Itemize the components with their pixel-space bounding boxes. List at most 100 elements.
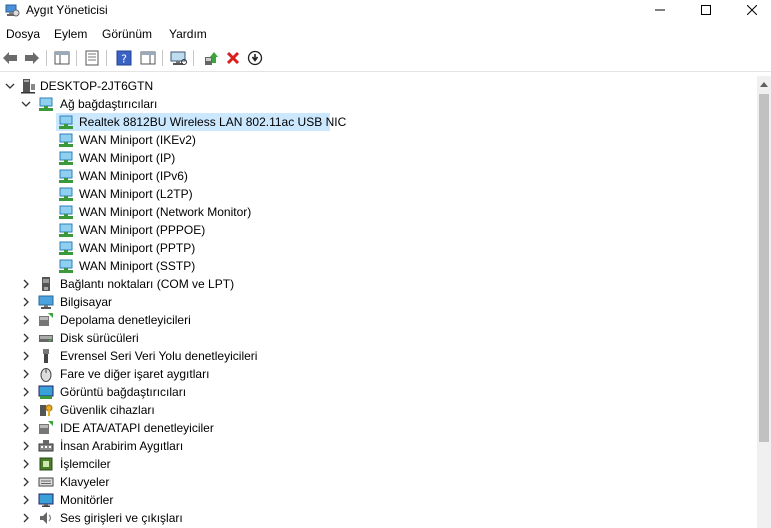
network-adapter-icon <box>59 151 73 165</box>
update-driver-button[interactable] <box>201 48 221 68</box>
show-hide-console-tree-icon <box>54 51 70 65</box>
network-adapter-icon <box>59 187 73 201</box>
tree-root[interactable]: DESKTOP-2JT6GTN <box>0 77 757 95</box>
device-item[interactable]: WAN Miniport (PPPOE) <box>0 221 757 239</box>
category-label: Evrensel Seri Veri Yolu denetleyicileri <box>60 349 258 363</box>
category-label: Ağ bağdaştırıcıları <box>60 97 158 111</box>
usb-icon <box>43 349 49 363</box>
category-network-adapters[interactable]: Ağ bağdaştırıcıları <box>0 95 757 113</box>
uninstall-device-button[interactable] <box>223 48 243 68</box>
category-item[interactable]: Evrensel Seri Veri Yolu denetleyicileri <box>0 347 757 365</box>
category-item[interactable]: Depolama denetleyicileri <box>0 311 757 329</box>
chevron-right-icon[interactable] <box>20 440 32 452</box>
back-arrow-icon <box>3 52 17 64</box>
minimize-icon <box>655 9 665 11</box>
forward-button[interactable] <box>22 48 42 68</box>
device-label: WAN Miniport (PPPOE) <box>79 223 206 237</box>
category-label: İnsan Arabirim Aygıtları <box>60 439 184 453</box>
category-item[interactable]: Monitörler <box>0 491 757 509</box>
device-tree: DESKTOP-2JT6GTN Ağ bağdaştırıcıları Real… <box>0 76 757 528</box>
monitor-icon <box>38 493 54 507</box>
chevron-right-icon[interactable] <box>20 278 32 290</box>
disable-device-button[interactable] <box>245 48 265 68</box>
properties-button[interactable] <box>82 48 102 68</box>
device-label: WAN Miniport (Network Monitor) <box>79 205 252 219</box>
computer-tower-icon <box>21 79 35 94</box>
menu-gorunum[interactable]: Görünüm <box>102 27 152 41</box>
toolbar-separator <box>106 50 107 66</box>
device-item[interactable]: Realtek 8812BU Wireless LAN 802.11ac USB… <box>0 113 757 131</box>
chevron-right-icon[interactable] <box>20 422 32 434</box>
action-pane-button[interactable] <box>138 48 158 68</box>
chevron-right-icon[interactable] <box>20 296 32 308</box>
port-icon <box>42 277 50 291</box>
network-adapter-icon <box>59 133 73 147</box>
chevron-right-icon[interactable] <box>20 350 32 362</box>
chevron-right-icon[interactable] <box>20 368 32 380</box>
device-item[interactable]: WAN Miniport (SSTP) <box>0 257 757 275</box>
chevron-right-icon[interactable] <box>20 404 32 416</box>
device-label: WAN Miniport (SSTP) <box>79 259 196 273</box>
category-label: Fare ve diğer işaret aygıtları <box>60 367 210 381</box>
network-adapter-icon <box>39 97 53 111</box>
chevron-right-icon[interactable] <box>20 332 32 344</box>
chevron-down-icon[interactable] <box>20 98 32 110</box>
scan-hardware-button[interactable] <box>169 48 189 68</box>
network-adapter-icon <box>59 241 73 255</box>
category-label: Görüntü bağdaştırıcıları <box>60 385 187 399</box>
category-item[interactable]: Bağlantı noktaları (COM ve LPT) <box>0 275 757 293</box>
network-adapter-icon <box>59 259 73 273</box>
scan-hardware-icon <box>170 51 187 65</box>
network-adapter-icon <box>59 223 73 237</box>
computer-icon <box>38 295 54 309</box>
chevron-right-icon[interactable] <box>20 458 32 470</box>
device-item[interactable]: WAN Miniport (IPv6) <box>0 167 757 185</box>
category-item[interactable]: Güvenlik cihazları <box>0 401 757 419</box>
device-label: WAN Miniport (IPv6) <box>79 169 188 183</box>
chevron-down-icon[interactable] <box>4 80 16 92</box>
chevron-right-icon[interactable] <box>20 314 32 326</box>
category-item[interactable]: IDE ATA/ATAPI denetleyiciler <box>0 419 757 437</box>
back-button[interactable] <box>0 48 20 68</box>
device-item[interactable]: WAN Miniport (L2TP) <box>0 185 757 203</box>
category-item[interactable]: Klavyeler <box>0 473 757 491</box>
toolbar: ? <box>0 45 771 72</box>
category-item[interactable]: İşlemciler <box>0 455 757 473</box>
category-label: Disk sürücüleri <box>60 331 139 345</box>
menu-yardim[interactable]: Yardım <box>169 27 207 41</box>
storage-controller-icon <box>39 313 53 326</box>
toolbar-separator <box>193 50 194 66</box>
close-icon <box>747 5 757 15</box>
chevron-right-icon[interactable] <box>20 512 32 524</box>
chevron-right-icon[interactable] <box>20 386 32 398</box>
scroll-thumb[interactable] <box>759 94 769 442</box>
category-item[interactable]: Bilgisayar <box>0 293 757 311</box>
chevron-right-icon[interactable] <box>20 494 32 506</box>
help-icon: ? <box>116 50 132 66</box>
device-item[interactable]: WAN Miniport (IKEv2) <box>0 131 757 149</box>
scroll-up-button[interactable] <box>757 76 771 92</box>
menu-eylem[interactable]: Eylem <box>54 27 87 41</box>
minimize-button[interactable] <box>637 0 683 20</box>
show-hide-console-tree-button[interactable] <box>52 48 72 68</box>
category-item[interactable]: Fare ve diğer işaret aygıtları <box>0 365 757 383</box>
close-button[interactable] <box>729 0 771 20</box>
chevron-right-icon[interactable] <box>20 476 32 488</box>
category-item[interactable]: Disk sürücüleri <box>0 329 757 347</box>
menu-dosya[interactable]: Dosya <box>6 27 40 41</box>
category-item[interactable]: Görüntü bağdaştırıcıları <box>0 383 757 401</box>
category-label: Güvenlik cihazları <box>60 403 155 417</box>
category-item[interactable]: Ses girişleri ve çıkışları <box>0 509 757 527</box>
uninstall-device-icon <box>226 51 240 65</box>
category-item[interactable]: İnsan Arabirim Aygıtları <box>0 437 757 455</box>
mouse-icon <box>40 368 52 382</box>
maximize-button[interactable] <box>683 0 729 20</box>
device-item[interactable]: WAN Miniport (Network Monitor) <box>0 203 757 221</box>
device-item[interactable]: WAN Miniport (IP) <box>0 149 757 167</box>
display-adapter-icon <box>38 385 54 399</box>
help-button[interactable]: ? <box>114 48 134 68</box>
device-item[interactable]: WAN Miniport (PPTP) <box>0 239 757 257</box>
vertical-scrollbar[interactable] <box>757 76 771 528</box>
device-manager-app-icon <box>4 2 20 18</box>
network-adapter-icon <box>59 169 73 183</box>
